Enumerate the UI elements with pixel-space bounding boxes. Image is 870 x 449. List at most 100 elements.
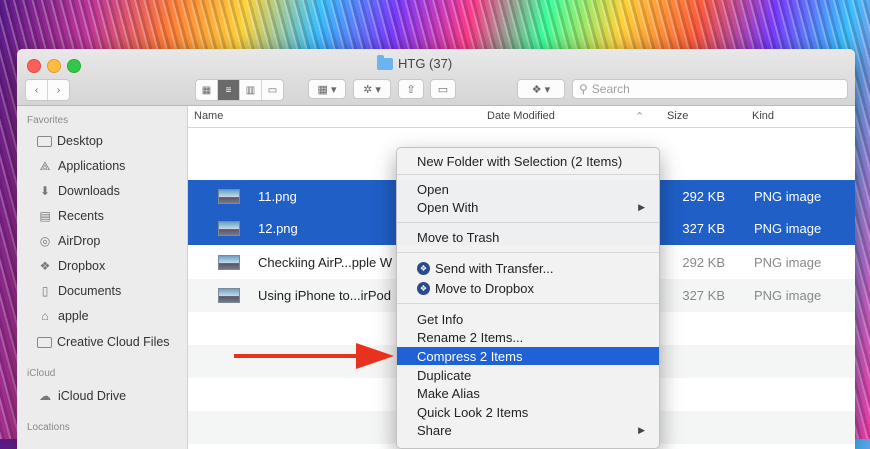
search-icon: ⚲ [579,82,588,96]
sidebar-item-dropbox[interactable]: ❖ Dropbox [37,257,106,275]
sidebar-item-documents[interactable]: ▯ Documents [37,282,122,300]
annotation-arrow-icon [234,343,394,369]
column-header: Name Date Modified ⌃ Size Kind [188,106,855,128]
window-title: HTG (37) [377,54,453,71]
submenu-arrow-icon: ▶ [638,201,645,212]
sidebar-item-label: Applications [58,159,126,173]
column-view-button[interactable]: ▥ [240,80,262,100]
file-kind: PNG image [754,189,822,204]
search-input[interactable]: ⚲ Search [572,79,848,99]
dropbox-transfer-icon: ❖ [417,261,430,275]
sidebar-item-label: Creative Cloud Files [57,335,170,349]
sidebar-item-apple[interactable]: ⌂ apple [37,307,89,325]
file-name: 11.png [258,189,297,204]
tag-icon: ▭ [437,83,449,96]
file-size: 327 KB [682,288,725,303]
dropbox-icon: ❖ [417,281,430,295]
downloads-icon: ⬇ [39,184,51,198]
column-date-modified[interactable]: Date Modified [487,110,555,122]
png-file-icon [218,189,240,204]
menu-item-duplicate[interactable]: Duplicate [397,366,659,384]
menu-item-label: New Folder with Selection (2 Items) [417,153,623,169]
submenu-arrow-icon: ▶ [638,424,645,435]
sidebar-item-creative-cloud-files[interactable]: Creative Cloud Files [37,333,170,351]
column-size[interactable]: Size [667,110,688,122]
file-size: 327 KB [682,221,725,236]
menu-item-label: Share [417,422,452,438]
window-title-text: HTG (37) [398,56,453,71]
group-icon: ▦ ▾ [317,83,337,96]
menu-separator [397,303,659,304]
file-name: Checkiing AirP...pple W [258,255,393,270]
dropbox-icon: ❖ [39,259,51,273]
sidebar-item-downloads[interactable]: ⬇ Downloads [37,182,120,200]
applications-icon: ⟁ [39,158,51,173]
sidebar-item-label: Desktop [57,134,103,148]
toolbar: HTG (37) ‹ › ▦ ≡ ▥ ▭ ▦ ▾ ✲ ▾ ⇧ ▭ ❖ ▾ ⚲ S… [17,49,855,106]
dropbox-toolbar-button[interactable]: ❖ ▾ [517,79,565,99]
sidebar-item-icloud-drive[interactable]: ☁ iCloud Drive [37,387,126,405]
gear-icon: ✲ ▾ [363,83,381,96]
menu-item-compress[interactable]: Compress 2 Items [397,347,659,365]
sidebar-item-recents[interactable]: ▤ Recents [37,207,104,225]
menu-item-label: Compress 2 Items [417,348,523,364]
minimize-window-button[interactable] [47,59,61,73]
menu-item-move-to-trash[interactable]: Move to Trash [397,228,659,246]
folder-icon [37,336,52,348]
menu-separator [397,174,659,175]
sidebar-item-airdrop[interactable]: ◎ AirDrop [37,232,101,250]
sidebar: Favorites Desktop ⟁ Applications ⬇ Downl… [17,106,188,449]
file-kind: PNG image [754,255,822,270]
file-kind: PNG image [754,221,822,236]
sidebar-item-label: Recents [58,209,104,223]
cloud-icon: ☁ [39,389,51,403]
menu-item-send-with-transfer[interactable]: ❖ Send with Transfer... [397,259,659,277]
desktop-icon [37,135,52,147]
sidebar-item-desktop[interactable]: Desktop [37,132,103,150]
sidebar-section-locations: Locations [27,422,70,433]
png-file-icon [218,221,240,236]
menu-item-open[interactable]: Open [397,180,659,198]
close-window-button[interactable] [27,59,41,73]
menu-separator [397,222,659,223]
maximize-window-button[interactable] [67,59,81,73]
file-size: 292 KB [682,189,725,204]
gallery-view-button[interactable]: ▭ [262,80,283,100]
icon-view-button[interactable]: ▦ [196,80,218,100]
column-kind[interactable]: Kind [752,110,774,122]
menu-item-label: Move to Dropbox [435,280,534,296]
forward-button[interactable]: › [48,80,69,100]
menu-item-share[interactable]: Share ▶ [397,421,659,439]
menu-item-open-with[interactable]: Open With ▶ [397,198,659,216]
menu-separator [397,252,659,253]
recents-icon: ▤ [39,209,51,223]
tags-button[interactable]: ▭ [430,79,456,99]
menu-item-label: Send with Transfer... [435,260,554,276]
menu-item-label: Move to Trash [417,229,500,245]
back-button[interactable]: ‹ [26,80,48,100]
menu-item-label: Make Alias [417,385,480,401]
menu-item-label: Open With [417,199,479,215]
menu-item-rename[interactable]: Rename 2 Items... [397,328,659,346]
file-name: Using iPhone to...irPod [258,288,391,303]
view-mode-switch: ▦ ≡ ▥ ▭ [195,79,284,101]
menu-item-move-to-dropbox[interactable]: ❖ Move to Dropbox [397,279,659,297]
sidebar-item-applications[interactable]: ⟁ Applications [37,157,126,175]
sidebar-item-label: Dropbox [58,259,106,273]
list-view-button[interactable]: ≡ [218,80,240,100]
file-name: 12.png [258,221,298,236]
sidebar-item-label: apple [58,309,89,323]
menu-item-quick-look[interactable]: Quick Look 2 Items [397,403,659,421]
action-button[interactable]: ✲ ▾ [353,79,391,99]
menu-item-label: Rename 2 Items... [417,329,524,345]
sidebar-item-label: Documents [58,284,122,298]
menu-item-get-info[interactable]: Get Info [397,310,659,328]
share-button[interactable]: ⇧ [398,79,424,99]
column-name[interactable]: Name [194,110,223,122]
menu-item-new-folder-with-selection[interactable]: New Folder with Selection (2 Items) [397,152,659,170]
menu-item-make-alias[interactable]: Make Alias [397,384,659,402]
share-icon: ⇧ [406,83,416,96]
png-file-icon [218,288,240,303]
sort-chevron-icon: ⌃ [635,111,645,123]
group-button[interactable]: ▦ ▾ [308,79,346,99]
